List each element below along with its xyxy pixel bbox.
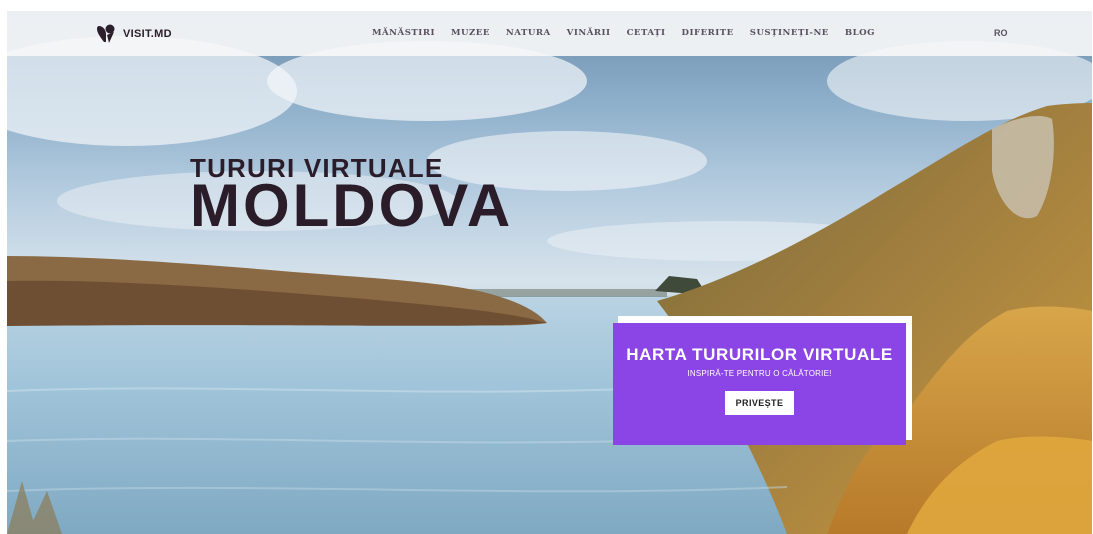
hero-section: VISIT.MD MĂNĂSTIRI MUZEE NATURA VINĂRII …	[7, 11, 1092, 534]
nav-item-muzee[interactable]: MUZEE	[451, 28, 490, 38]
nav-item-vinarii[interactable]: VINĂRII	[567, 28, 611, 38]
view-map-button[interactable]: PRIVEȘTE	[724, 391, 795, 415]
top-navigation-bar: VISIT.MD MĂNĂSTIRI MUZEE NATURA VINĂRII …	[7, 11, 1092, 56]
logo-text: VISIT.MD	[123, 28, 172, 40]
site-logo[interactable]: VISIT.MD	[95, 23, 172, 45]
nav-item-diferite[interactable]: DIFERITE	[682, 28, 734, 38]
nav-item-blog[interactable]: BLOG	[845, 28, 875, 38]
nav-item-cetati[interactable]: CETAȚI	[627, 28, 666, 38]
virtual-tours-map-card: HARTA TURURILOR VIRTUALE INSPIRĂ-TE PENT…	[613, 323, 906, 445]
main-menu: MĂNĂSTIRI MUZEE NATURA VINĂRII CETAȚI DI…	[372, 28, 875, 38]
nav-item-natura[interactable]: NATURA	[506, 28, 551, 38]
hero-landscape-image	[7, 36, 1092, 534]
map-pin-logo-icon	[97, 24, 115, 43]
map-card-subtitle: INSPIRĂ-TE PENTRU O CĂLĂTORIE!	[687, 369, 832, 378]
nav-item-sustineti-ne[interactable]: SUSȚINEȚI-NE	[750, 28, 829, 38]
nav-item-manastiri[interactable]: MĂNĂSTIRI	[372, 28, 435, 38]
language-switcher[interactable]: RO	[994, 28, 1008, 38]
hero-title: MOLDOVA	[190, 172, 514, 239]
map-card-title: HARTA TURURILOR VIRTUALE	[626, 345, 893, 364]
